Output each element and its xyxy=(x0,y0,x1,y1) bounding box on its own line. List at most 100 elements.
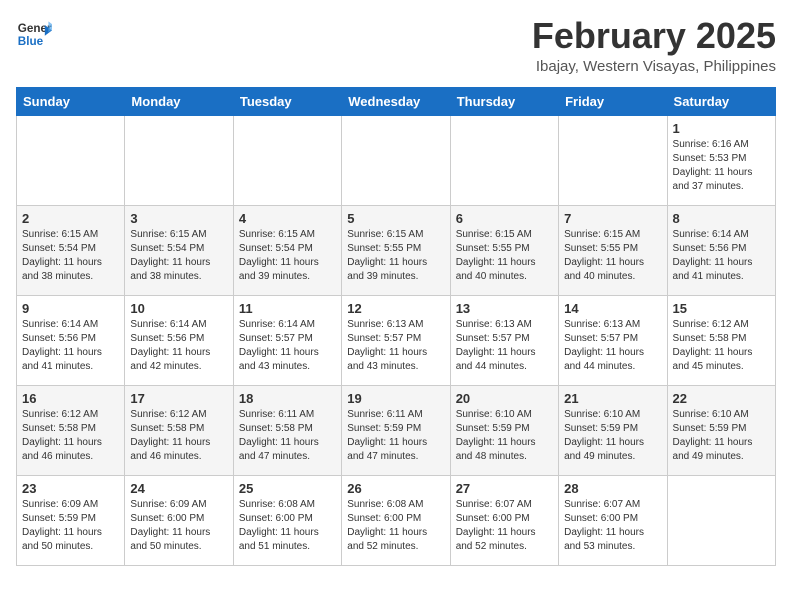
weekday-header-monday: Monday xyxy=(125,87,233,115)
calendar-cell: 18 Sunrise: 6:11 AM Sunset: 5:58 PM Dayli… xyxy=(233,385,341,475)
calendar-cell xyxy=(233,115,341,205)
calendar-cell: 25Sunrise: 6:08 AM Sunset: 6:00 PM Dayli… xyxy=(233,475,341,565)
calendar-cell xyxy=(342,115,450,205)
day-info: Sunrise: 6:10 AM Sunset: 5:59 PM Dayligh… xyxy=(456,408,553,464)
calendar-cell: 15 Sunrise: 6:12 AM Sunset: 5:58 PM Dayli… xyxy=(667,295,775,385)
day-number: 16 xyxy=(22,391,119,406)
month-year-title: February 2025 xyxy=(532,16,776,56)
calendar-cell: 8Sunrise: 6:14 AM Sunset: 5:56 PM Daylig… xyxy=(667,205,775,295)
calendar-cell: 17 Sunrise: 6:12 AM Sunset: 5:58 PM Dayli… xyxy=(125,385,233,475)
week-row-5: 23 Sunrise: 6:09 AM Sunset: 5:59 PM Dayli… xyxy=(17,475,776,565)
calendar-table: SundayMondayTuesdayWednesdayThursdayFrid… xyxy=(16,87,776,566)
day-info: Sunrise: 6:10 AM Sunset: 5:59 PM Dayligh… xyxy=(564,408,661,464)
day-info: Sunrise: 6:11 AM Sunset: 5:58 PM Dayligh… xyxy=(239,408,336,464)
calendar-cell: 27 Sunrise: 6:07 AM Sunset: 6:00 PM Dayli… xyxy=(450,475,558,565)
weekday-header-sunday: Sunday xyxy=(17,87,125,115)
day-number: 13 xyxy=(456,301,553,316)
day-info: Sunrise: 6:14 AM Sunset: 5:56 PM Dayligh… xyxy=(130,318,227,374)
day-info: Sunrise: 6:12 AM Sunset: 5:58 PM Dayligh… xyxy=(22,408,119,464)
day-info: Sunrise: 6:08 AM Sunset: 6:00 PM Dayligh… xyxy=(347,498,444,554)
calendar-cell: 10Sunrise: 6:14 AM Sunset: 5:56 PM Dayli… xyxy=(125,295,233,385)
day-info: Sunrise: 6:07 AM Sunset: 6:00 PM Dayligh… xyxy=(456,498,553,554)
calendar-cell xyxy=(125,115,233,205)
day-info: Sunrise: 6:10 AM Sunset: 5:59 PM Dayligh… xyxy=(673,408,770,464)
calendar-cell xyxy=(559,115,667,205)
calendar-cell: 21 Sunrise: 6:10 AM Sunset: 5:59 PM Dayli… xyxy=(559,385,667,475)
calendar-cell xyxy=(17,115,125,205)
calendar-cell: 28 Sunrise: 6:07 AM Sunset: 6:00 PM Dayli… xyxy=(559,475,667,565)
page-header: General Blue February 2025 Ibajay, Weste… xyxy=(16,16,776,75)
day-number: 3 xyxy=(130,211,227,226)
week-row-3: 9 Sunrise: 6:14 AM Sunset: 5:56 PM Daylig… xyxy=(17,295,776,385)
calendar-cell: 14 Sunrise: 6:13 AM Sunset: 5:57 PM Dayli… xyxy=(559,295,667,385)
day-number: 6 xyxy=(456,211,553,226)
calendar-cell: 23 Sunrise: 6:09 AM Sunset: 5:59 PM Dayli… xyxy=(17,475,125,565)
day-info: Sunrise: 6:15 AM Sunset: 5:54 PM Dayligh… xyxy=(130,228,227,284)
day-info: Sunrise: 6:12 AM Sunset: 5:58 PM Dayligh… xyxy=(673,318,770,374)
day-info: Sunrise: 6:09 AM Sunset: 5:59 PM Dayligh… xyxy=(22,498,119,554)
logo-icon: General Blue xyxy=(16,16,52,52)
svg-text:Blue: Blue xyxy=(18,35,44,48)
calendar-cell: 9 Sunrise: 6:14 AM Sunset: 5:56 PM Daylig… xyxy=(17,295,125,385)
calendar-cell: 19Sunrise: 6:11 AM Sunset: 5:59 PM Dayli… xyxy=(342,385,450,475)
day-number: 14 xyxy=(564,301,661,316)
calendar-cell: 13 Sunrise: 6:13 AM Sunset: 5:57 PM Dayli… xyxy=(450,295,558,385)
day-info: Sunrise: 6:16 AM Sunset: 5:53 PM Dayligh… xyxy=(673,138,770,194)
day-info: Sunrise: 6:13 AM Sunset: 5:57 PM Dayligh… xyxy=(564,318,661,374)
day-number: 5 xyxy=(347,211,444,226)
day-number: 23 xyxy=(22,481,119,496)
day-info: Sunrise: 6:14 AM Sunset: 5:57 PM Dayligh… xyxy=(239,318,336,374)
week-row-4: 16 Sunrise: 6:12 AM Sunset: 5:58 PM Dayli… xyxy=(17,385,776,475)
day-info: Sunrise: 6:15 AM Sunset: 5:54 PM Dayligh… xyxy=(239,228,336,284)
day-number: 15 xyxy=(673,301,770,316)
day-number: 26 xyxy=(347,481,444,496)
day-number: 11 xyxy=(239,301,336,316)
day-info: Sunrise: 6:07 AM Sunset: 6:00 PM Dayligh… xyxy=(564,498,661,554)
calendar-cell: 2Sunrise: 6:15 AM Sunset: 5:54 PM Daylig… xyxy=(17,205,125,295)
location-subtitle: Ibajay, Western Visayas, Philippines xyxy=(532,58,776,75)
weekday-header-tuesday: Tuesday xyxy=(233,87,341,115)
day-number: 7 xyxy=(564,211,661,226)
calendar-cell: 6Sunrise: 6:15 AM Sunset: 5:55 PM Daylig… xyxy=(450,205,558,295)
calendar-cell: 3 Sunrise: 6:15 AM Sunset: 5:54 PM Daylig… xyxy=(125,205,233,295)
day-number: 9 xyxy=(22,301,119,316)
calendar-cell: 20 Sunrise: 6:10 AM Sunset: 5:59 PM Dayli… xyxy=(450,385,558,475)
weekday-header-row: SundayMondayTuesdayWednesdayThursdayFrid… xyxy=(17,87,776,115)
weekday-header-wednesday: Wednesday xyxy=(342,87,450,115)
day-info: Sunrise: 6:15 AM Sunset: 5:55 PM Dayligh… xyxy=(347,228,444,284)
day-number: 12 xyxy=(347,301,444,316)
calendar-cell xyxy=(667,475,775,565)
day-number: 24 xyxy=(130,481,227,496)
day-number: 8 xyxy=(673,211,770,226)
day-info: Sunrise: 6:14 AM Sunset: 5:56 PM Dayligh… xyxy=(22,318,119,374)
day-info: Sunrise: 6:09 AM Sunset: 6:00 PM Dayligh… xyxy=(130,498,227,554)
day-number: 21 xyxy=(564,391,661,406)
day-info: Sunrise: 6:13 AM Sunset: 5:57 PM Dayligh… xyxy=(456,318,553,374)
calendar-cell: 22 Sunrise: 6:10 AM Sunset: 5:59 PM Dayli… xyxy=(667,385,775,475)
day-number: 20 xyxy=(456,391,553,406)
day-number: 4 xyxy=(239,211,336,226)
day-number: 22 xyxy=(673,391,770,406)
title-block: February 2025 Ibajay, Western Visayas, P… xyxy=(532,16,776,75)
day-number: 27 xyxy=(456,481,553,496)
day-number: 1 xyxy=(673,121,770,136)
day-info: Sunrise: 6:15 AM Sunset: 5:54 PM Dayligh… xyxy=(22,228,119,284)
calendar-cell: 7 Sunrise: 6:15 AM Sunset: 5:55 PM Daylig… xyxy=(559,205,667,295)
day-number: 28 xyxy=(564,481,661,496)
calendar-cell: 5 Sunrise: 6:15 AM Sunset: 5:55 PM Daylig… xyxy=(342,205,450,295)
day-info: Sunrise: 6:11 AM Sunset: 5:59 PM Dayligh… xyxy=(347,408,444,464)
calendar-cell: 11 Sunrise: 6:14 AM Sunset: 5:57 PM Dayli… xyxy=(233,295,341,385)
weekday-header-saturday: Saturday xyxy=(667,87,775,115)
calendar-cell: 12Sunrise: 6:13 AM Sunset: 5:57 PM Dayli… xyxy=(342,295,450,385)
day-info: Sunrise: 6:12 AM Sunset: 5:58 PM Dayligh… xyxy=(130,408,227,464)
week-row-1: 1 Sunrise: 6:16 AM Sunset: 5:53 PM Daylig… xyxy=(17,115,776,205)
calendar-cell: 1 Sunrise: 6:16 AM Sunset: 5:53 PM Daylig… xyxy=(667,115,775,205)
weekday-header-friday: Friday xyxy=(559,87,667,115)
day-number: 17 xyxy=(130,391,227,406)
day-info: Sunrise: 6:08 AM Sunset: 6:00 PM Dayligh… xyxy=(239,498,336,554)
calendar-cell: 24 Sunrise: 6:09 AM Sunset: 6:00 PM Dayli… xyxy=(125,475,233,565)
logo: General Blue xyxy=(16,16,52,52)
calendar-cell: 16 Sunrise: 6:12 AM Sunset: 5:58 PM Dayli… xyxy=(17,385,125,475)
day-number: 18 xyxy=(239,391,336,406)
day-info: Sunrise: 6:15 AM Sunset: 5:55 PM Dayligh… xyxy=(564,228,661,284)
